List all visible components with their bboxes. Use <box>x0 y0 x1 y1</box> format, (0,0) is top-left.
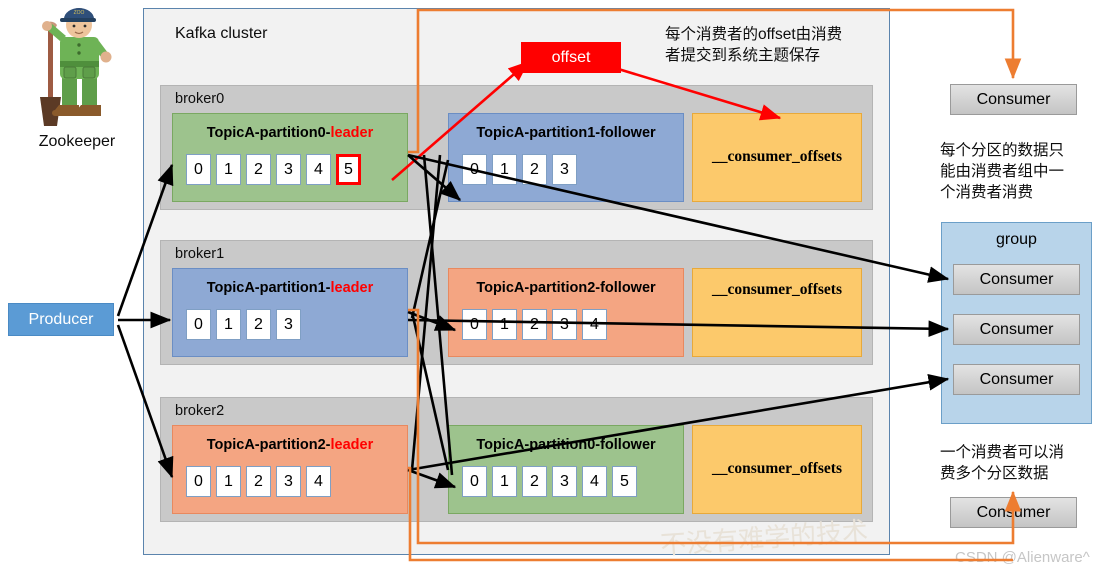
zookeeper-mascot-icon: ZOO <box>30 5 125 130</box>
segment-cell[interactable]: 2 <box>246 154 271 185</box>
segment-cells-broker0-follower: 0 1 2 3 <box>462 154 577 185</box>
consumer-offsets-label: __consumer_offsets <box>711 281 842 298</box>
kafka-cluster-label: Kafka cluster <box>175 25 268 42</box>
segment-cell[interactable]: 3 <box>276 466 301 497</box>
segment-cell[interactable]: 1 <box>216 466 241 497</box>
consumer-standalone-bottom[interactable]: Consumer <box>950 497 1077 528</box>
consumer-group-member-2[interactable]: Consumer <box>953 314 1080 345</box>
segment-cell[interactable]: 3 <box>552 309 577 340</box>
segment-cell[interactable]: 3 <box>552 154 577 185</box>
segment-cells-broker2-leader: 0 1 2 3 4 <box>186 466 331 497</box>
segment-cell[interactable]: 3 <box>276 154 301 185</box>
note-offset-commit: 每个消费者的offset由消费 者提交到系统主题保存 <box>665 26 843 64</box>
segment-cell[interactable]: 0 <box>186 466 211 497</box>
segment-cell[interactable]: 4 <box>582 309 607 340</box>
segment-cell[interactable]: 0 <box>186 154 211 185</box>
partition-box-broker1-follower[interactable]: TopicA-partition2-follower 0 1 2 3 4 <box>448 268 684 357</box>
partition-box-broker2-follower[interactable]: TopicA-partition0-follower 0 1 2 3 4 5 <box>448 425 684 514</box>
svg-text:ZOO: ZOO <box>74 10 85 16</box>
partition-box-broker0-follower[interactable]: TopicA-partition1-follower 0 1 2 3 <box>448 113 684 202</box>
segment-cell[interactable]: 0 <box>462 309 487 340</box>
partition-box-broker1-leader[interactable]: TopicA-partition1-leader 0 1 2 3 <box>172 268 408 357</box>
segment-cell[interactable]: 2 <box>522 466 547 497</box>
partition-title-broker1-follower: TopicA-partition2-follower <box>476 280 656 296</box>
partition-box-broker2-leader[interactable]: TopicA-partition2-leader 0 1 2 3 4 <box>172 425 408 514</box>
segment-cell[interactable]: 4 <box>582 466 607 497</box>
segment-cell[interactable]: 2 <box>522 154 547 185</box>
segment-cell[interactable]: 0 <box>462 466 487 497</box>
segment-cell[interactable]: 3 <box>552 466 577 497</box>
consumer-group-label: group <box>996 231 1037 248</box>
partition-box-broker0-leader[interactable]: TopicA-partition0-leader 0 1 2 3 4 5 <box>172 113 408 202</box>
broker-2-label: broker2 <box>175 403 225 419</box>
diagram-canvas: Kafka cluster ZOO Zookeeper Producer bro… <box>0 0 1119 573</box>
consumer-group-member-1[interactable]: Consumer <box>953 264 1080 295</box>
broker-1-label: broker1 <box>175 246 225 262</box>
segment-cell[interactable]: 1 <box>492 154 517 185</box>
segment-cell[interactable]: 1 <box>216 309 241 340</box>
segment-cells-broker2-follower: 0 1 2 3 4 5 <box>462 466 637 497</box>
segment-cell[interactable]: 4 <box>306 154 331 185</box>
partition-title-broker0-follower: TopicA-partition1-follower <box>476 125 656 141</box>
partition-title-broker1-leader: TopicA-partition1-leader <box>206 280 374 296</box>
zookeeper-label: Zookeeper <box>38 133 116 150</box>
segment-cell[interactable]: 1 <box>216 154 241 185</box>
consumer-standalone-top[interactable]: Consumer <box>950 84 1077 115</box>
consumer-offsets-box-broker2[interactable]: __consumer_offsets <box>692 425 862 514</box>
segment-cell[interactable]: 0 <box>462 154 487 185</box>
segment-cell-highlighted[interactable]: 5 <box>336 154 361 185</box>
segment-cell[interactable]: 3 <box>276 309 301 340</box>
partition-title-broker2-leader: TopicA-partition2-leader <box>206 437 374 453</box>
note-one-consumer-many-partitions: 一个消费者可以消 费多个分区数据 <box>940 444 1065 482</box>
producer-node[interactable]: Producer <box>8 303 114 336</box>
segment-cell[interactable]: 5 <box>612 466 637 497</box>
offset-badge[interactable]: offset <box>521 42 621 73</box>
segment-cell[interactable]: 1 <box>492 309 517 340</box>
partition-title-broker2-follower: TopicA-partition0-follower <box>476 437 656 453</box>
segment-cells-broker1-follower: 0 1 2 3 4 <box>462 309 607 340</box>
consumer-offsets-box-broker1[interactable]: __consumer_offsets <box>692 268 862 357</box>
consumer-offsets-label: __consumer_offsets <box>711 148 842 165</box>
consumer-group-member-3[interactable]: Consumer <box>953 364 1080 395</box>
broker-0-label: broker0 <box>175 91 225 107</box>
consumer-offsets-label: __consumer_offsets <box>711 460 842 477</box>
segment-cell[interactable]: 2 <box>522 309 547 340</box>
watermark-credit: CSDN @Alienware^ <box>955 549 1090 566</box>
segment-cells-broker0-leader: 0 1 2 3 4 5 <box>186 154 361 185</box>
segment-cell[interactable]: 4 <box>306 466 331 497</box>
segment-cell[interactable]: 2 <box>246 466 271 497</box>
consumer-offsets-box-broker0[interactable]: __consumer_offsets <box>692 113 862 202</box>
segment-cell[interactable]: 2 <box>246 309 271 340</box>
partition-title-broker0-leader: TopicA-partition0-leader <box>206 125 374 141</box>
note-one-partition-one-consumer: 每个分区的数据只 能由消费者组中一 个消费者消费 <box>940 142 1065 201</box>
segment-cell[interactable]: 0 <box>186 309 211 340</box>
segment-cell[interactable]: 1 <box>492 466 517 497</box>
segment-cells-broker1-leader: 0 1 2 3 <box>186 309 301 340</box>
